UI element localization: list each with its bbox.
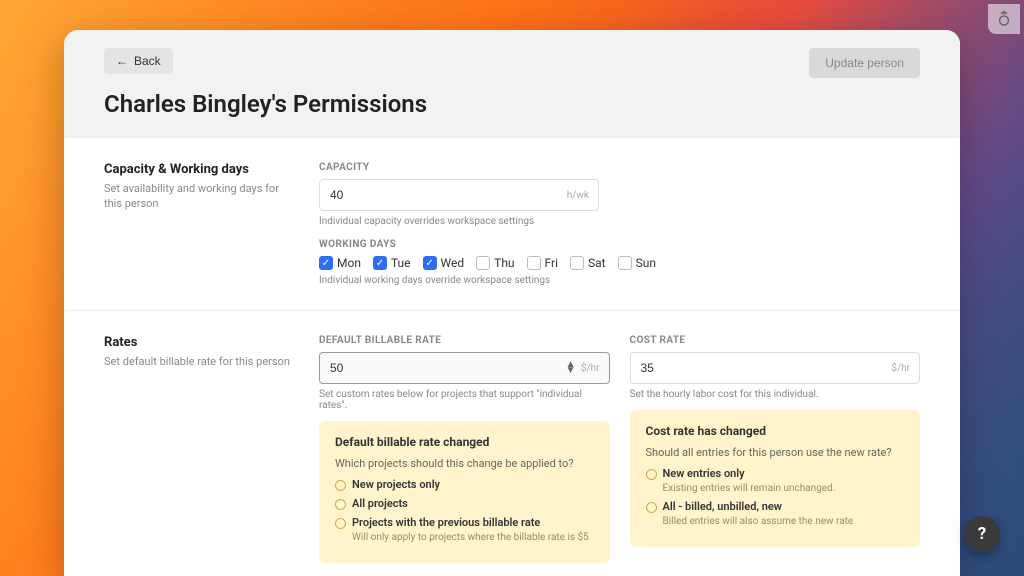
capacity-input[interactable]	[319, 179, 599, 211]
capacity-field-label: CAPACITY	[319, 162, 920, 173]
radio-label: All - billed, unbilled, new	[663, 500, 782, 513]
working-day-sun[interactable]: Sun	[618, 256, 656, 270]
cost-alert: Cost rate has changed Should all entries…	[630, 410, 921, 547]
checkbox-icon	[618, 256, 632, 270]
radio-label: New projects only	[352, 478, 440, 491]
question-icon: ?	[978, 524, 986, 544]
capacity-help: Individual capacity overrides workspace …	[319, 216, 920, 227]
billable-alert-title: Default billable rate changed	[335, 435, 594, 449]
day-label: Fri	[545, 256, 558, 270]
working-day-sat[interactable]: Sat	[570, 256, 606, 270]
checkbox-icon: ✓	[423, 256, 437, 270]
billable-alert: Default billable rate changed Which proj…	[319, 421, 610, 563]
working-days-label: WORKING DAYS	[319, 239, 920, 250]
radio-label: All projects	[352, 497, 408, 510]
rates-title: Rates	[104, 335, 299, 350]
rates-section: Rates Set default billable rate for this…	[64, 311, 960, 576]
radio-option[interactable]: All - billed, unbilled, new	[646, 500, 905, 513]
radio-label: New entries only	[663, 467, 745, 480]
day-label: Sun	[636, 256, 656, 270]
radio-help: Existing entries will remain unchanged.	[663, 483, 905, 494]
radio-label: Projects with the previous billable rate	[352, 516, 540, 529]
radio-help: Billed entries will also assume the new …	[663, 516, 905, 527]
day-label: Mon	[337, 256, 361, 270]
cost-suffix: $/hr	[891, 363, 910, 374]
radio-option[interactable]: All projects	[335, 497, 594, 510]
arrow-left-icon: ←	[116, 54, 128, 68]
capacity-suffix: h/wk	[567, 190, 589, 201]
checkbox-icon: ✓	[319, 256, 333, 270]
working-day-thu[interactable]: Thu	[476, 256, 514, 270]
cost-help: Set the hourly labor cost for this indiv…	[630, 389, 921, 400]
update-person-button[interactable]: Update person	[809, 48, 920, 78]
working-day-wed[interactable]: ✓ Wed	[423, 256, 465, 270]
modal-header: ← Back Update person Charles Bingley's P…	[64, 30, 960, 138]
checkbox-icon	[527, 256, 541, 270]
billable-alert-question: Which projects should this change be app…	[335, 457, 594, 470]
capacity-desc: Set availability and working days for th…	[104, 181, 299, 212]
working-days-help: Individual working days override workspa…	[319, 275, 920, 286]
working-day-tue[interactable]: ✓ Tue	[373, 256, 411, 270]
back-label: Back	[134, 54, 161, 68]
radio-option[interactable]: New projects only	[335, 478, 594, 491]
radio-icon	[646, 469, 657, 480]
billable-suffix: $/hr	[581, 363, 600, 374]
radio-option[interactable]: Projects with the previous billable rate	[335, 516, 594, 529]
cost-alert-title: Cost rate has changed	[646, 424, 905, 438]
radio-icon	[646, 502, 657, 513]
day-label: Tue	[391, 256, 411, 270]
radio-icon	[335, 518, 346, 529]
radio-icon	[335, 480, 346, 491]
modal-body[interactable]: Capacity & Working days Set availability…	[64, 138, 960, 576]
radio-help: Will only apply to projects where the bi…	[352, 532, 594, 543]
back-button[interactable]: ← Back	[104, 48, 173, 74]
checkbox-icon: ✓	[373, 256, 387, 270]
cost-rate-label: COST RATE	[630, 335, 921, 346]
cost-rate-input[interactable]	[630, 352, 921, 384]
app-corner-icon	[988, 4, 1020, 34]
day-label: Sat	[588, 256, 606, 270]
day-label: Wed	[441, 256, 465, 270]
radio-icon	[335, 499, 346, 510]
cost-alert-question: Should all entries for this person use t…	[646, 446, 905, 459]
billable-help: Set custom rates below for projects that…	[319, 389, 610, 411]
capacity-title: Capacity & Working days	[104, 162, 299, 177]
rates-desc: Set default billable rate for this perso…	[104, 354, 299, 369]
capacity-section: Capacity & Working days Set availability…	[64, 138, 960, 311]
working-day-mon[interactable]: ✓ Mon	[319, 256, 361, 270]
day-label: Thu	[494, 256, 514, 270]
billable-rate-label: DEFAULT BILLABLE RATE	[319, 335, 610, 346]
working-day-fri[interactable]: Fri	[527, 256, 558, 270]
radio-option[interactable]: New entries only	[646, 467, 905, 480]
stepper-icon[interactable]: ▲▼	[566, 362, 576, 374]
checkbox-icon	[570, 256, 584, 270]
checkbox-icon	[476, 256, 490, 270]
help-button[interactable]: ?	[964, 516, 1000, 552]
permissions-modal: ← Back Update person Charles Bingley's P…	[64, 30, 960, 576]
page-title: Charles Bingley's Permissions	[104, 90, 920, 118]
